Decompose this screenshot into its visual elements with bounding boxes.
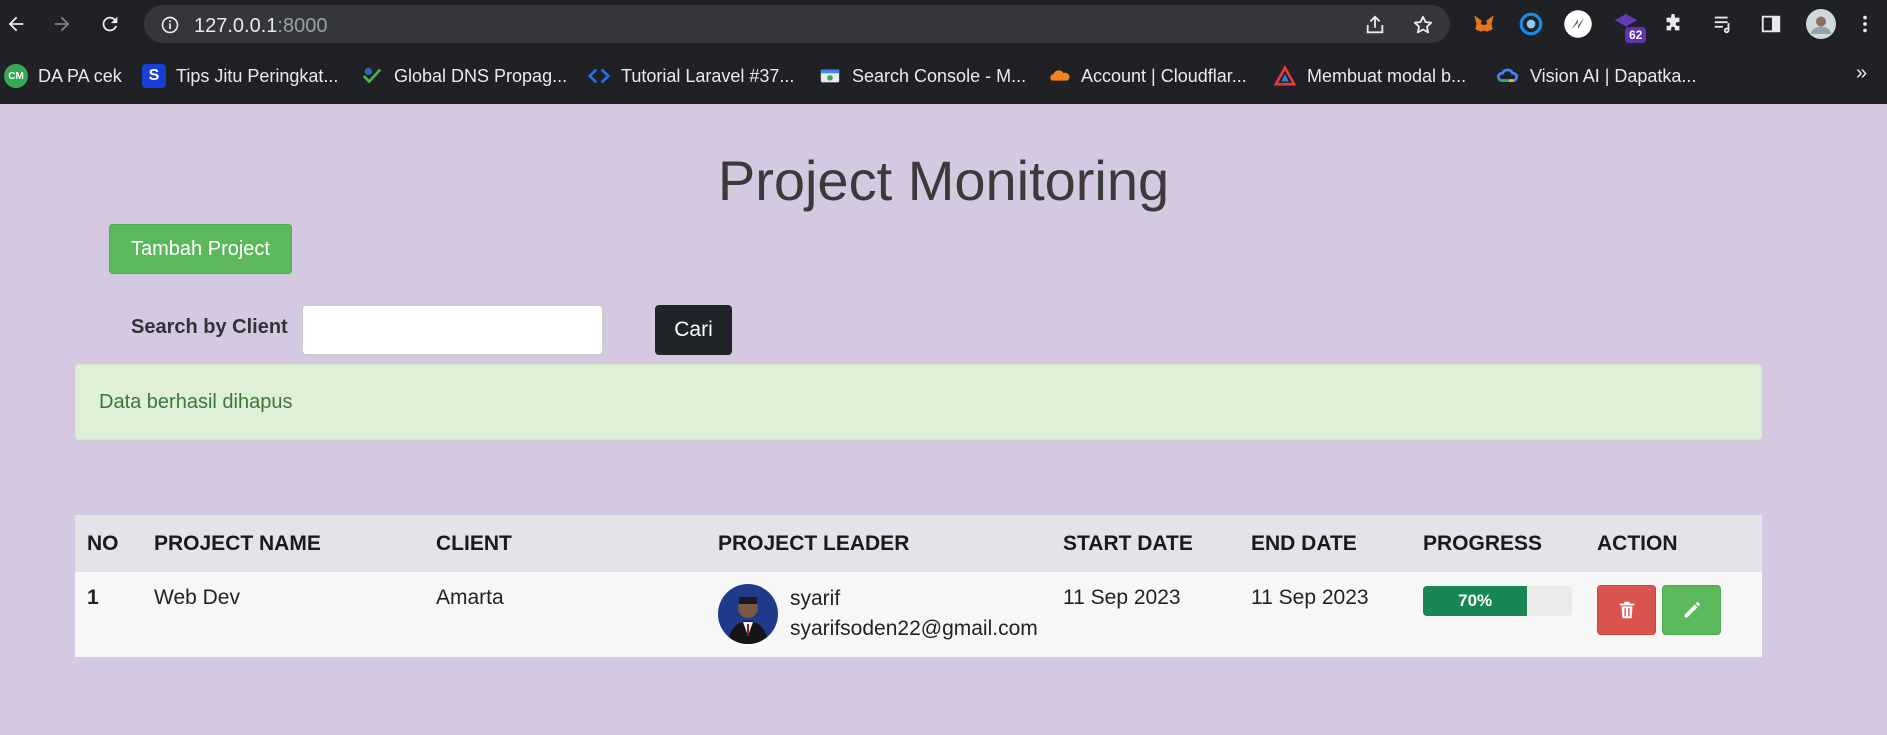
bookmark-label: Search Console - M... [852, 65, 1027, 86]
project-table: NO PROJECT NAME CLIENT PROJECT LEADER ST… [75, 515, 1762, 657]
cell-end-date: 11 Sep 2023 [1251, 586, 1369, 609]
delete-button[interactable] [1597, 585, 1656, 635]
bookmark-item[interactable]: Membuat modal b... [1273, 62, 1466, 90]
extension-badge: 62 [1625, 27, 1647, 43]
cell-action [1585, 572, 1762, 657]
browser-menu-icon[interactable] [1850, 9, 1880, 39]
leader-info: syarif syarifsoden22@gmail.com [718, 584, 1051, 644]
url-port: :8000 [277, 15, 328, 37]
side-panel-icon[interactable] [1756, 9, 1786, 39]
bookmark-item[interactable]: Vision AI | Dapatka... [1496, 62, 1696, 90]
bookmark-label: Tips Jitu Peringkat... [176, 65, 339, 86]
bookmark-item[interactable]: Tutorial Laravel #37... [587, 62, 794, 90]
forward-arrow-icon [54, 16, 70, 32]
bookmark-label: Vision AI | Dapatka... [1530, 65, 1697, 86]
bookmark-label: Global DNS Propag... [394, 65, 568, 86]
extensions-puzzle-icon[interactable] [1658, 9, 1688, 39]
search-button[interactable]: Cari [655, 305, 732, 355]
cell-project-leader: syarif syarifsoden22@gmail.com [706, 572, 1051, 657]
url-host: 127.0.0.1 [194, 15, 278, 37]
row-actions [1597, 585, 1762, 635]
pencil-icon [1684, 601, 1700, 618]
table-row: 1 Web Dev Amarta syarif syarifsoden22@gm… [75, 572, 1762, 657]
bookmark-label: Tutorial Laravel #37... [621, 65, 795, 86]
leader-avatar [718, 584, 778, 644]
reading-list-icon[interactable] [1708, 9, 1738, 39]
search-label: Search by Client [131, 316, 288, 338]
profile-avatar-icon[interactable] [1806, 9, 1836, 39]
header-start-date: START DATE [1063, 531, 1193, 555]
header-action: ACTION [1597, 531, 1678, 555]
search-console-icon [818, 64, 842, 88]
refresh-extension-icon[interactable] [1516, 9, 1546, 39]
cell-no: 1 [87, 586, 99, 609]
bookmark-item[interactable]: Search Console - M... [818, 62, 1026, 90]
header-no: NO [87, 531, 119, 555]
header-client: CLIENT [436, 531, 512, 555]
back-button[interactable] [2, 10, 30, 38]
cell-progress: 70% [1411, 572, 1585, 657]
url-text: 127.0.0.1:8000 [194, 15, 327, 38]
header-progress: PROGRESS [1423, 531, 1543, 555]
progress-track: 70% [1423, 586, 1572, 616]
dns-check-icon [360, 64, 384, 88]
bookmark-item[interactable]: Global DNS Propag... [360, 62, 567, 90]
bookmark-label: Account | Cloudflar... [1081, 65, 1247, 86]
edit-button[interactable] [1662, 585, 1721, 635]
bookmark-star-icon[interactable] [1412, 14, 1434, 36]
metamask-icon[interactable] [1469, 9, 1499, 39]
lightning-extension-icon[interactable] [1563, 9, 1593, 39]
reload-icon [102, 16, 118, 32]
leader-email: syarifsoden22@gmail.com [790, 617, 1038, 640]
bookmark-item[interactable]: Account | Cloudflar... [1047, 62, 1247, 90]
back-arrow-icon [8, 16, 24, 32]
success-alert: Data berhasil dihapus [75, 364, 1762, 440]
page-title: Project Monitoring [717, 149, 1170, 212]
code-icon [587, 64, 611, 88]
search-client-input[interactable] [302, 305, 603, 355]
purple-extension-icon[interactable]: 62 [1611, 9, 1647, 43]
bookmark-item[interactable]: CM DA PA cek [4, 62, 122, 90]
header-project-name: PROJECT NAME [154, 531, 321, 555]
triangle-logo-icon [1273, 64, 1297, 88]
cell-project-name: Web Dev [154, 586, 240, 609]
add-project-button[interactable]: Tambah Project [109, 224, 292, 274]
reload-button[interactable] [96, 10, 124, 38]
browser-chrome: 127.0.0.1:8000 62 CM DA PA cek S Tips Ji… [0, 0, 1887, 104]
leader-name: syarif [790, 587, 841, 610]
table-header-row: NO PROJECT NAME CLIENT PROJECT LEADER ST… [75, 515, 1762, 572]
cell-start-date: 11 Sep 2023 [1063, 586, 1181, 609]
share-icon[interactable] [1364, 14, 1386, 36]
forward-button[interactable] [48, 10, 76, 38]
cell-client: Amarta [436, 586, 504, 609]
bookmarks-overflow-chevron-icon[interactable]: » [1856, 62, 1867, 85]
s-logo-icon: S [142, 64, 166, 88]
progress-bar: 70% [1423, 586, 1528, 616]
header-end-date: END DATE [1251, 531, 1357, 555]
cloudflare-icon [1047, 64, 1071, 88]
site-info-icon[interactable] [160, 15, 180, 40]
trash-icon [1619, 601, 1634, 619]
cm-icon: CM [4, 64, 28, 88]
header-project-leader: PROJECT LEADER [718, 531, 910, 555]
alert-message: Data berhasil dihapus [99, 391, 293, 413]
bookmark-item[interactable]: S Tips Jitu Peringkat... [142, 62, 338, 90]
address-bar[interactable]: 127.0.0.1:8000 [144, 5, 1450, 43]
bookmark-label: DA PA cek [38, 65, 122, 86]
browser-toolbar: 127.0.0.1:8000 62 [0, 0, 1887, 48]
leader-text: syarif syarifsoden22@gmail.com [790, 584, 1038, 644]
bookmarks-bar: CM DA PA cek S Tips Jitu Peringkat... Gl… [0, 58, 1887, 94]
google-cloud-icon [1496, 64, 1520, 88]
bookmark-label: Membuat modal b... [1307, 65, 1467, 86]
